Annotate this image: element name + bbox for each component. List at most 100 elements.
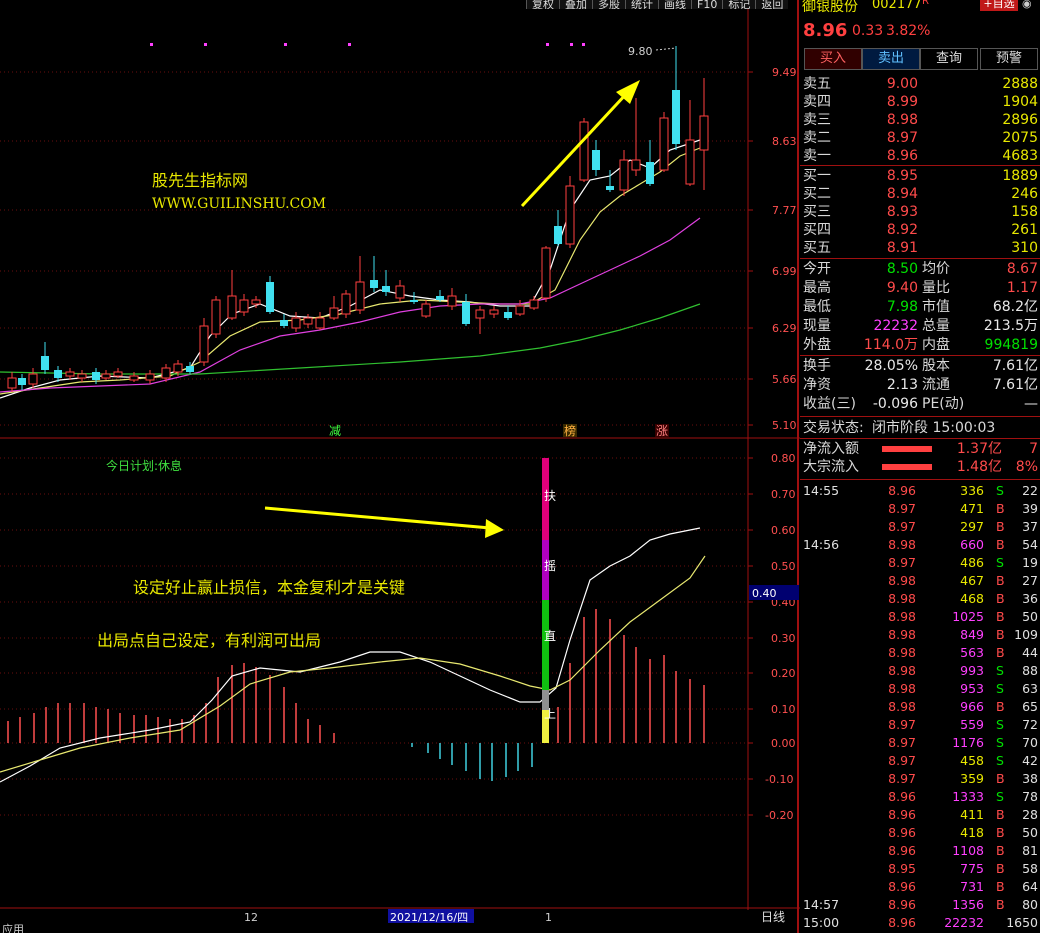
level-volume: 1889 [1002,168,1038,184]
candle [211,296,221,338]
stat-label: 总量 [922,318,950,334]
orderbook-row[interactable]: 买一 8.95 1889 [800,167,1040,185]
tick-side: S [996,681,1004,696]
stat-label: 外盘 [803,337,831,353]
level-volume: 2075 [1002,130,1038,146]
candle [266,276,274,314]
tick-volume: 22232 [944,915,984,930]
tick-row: 8.97 1176 S 70 [800,734,1040,752]
level-volume: 2896 [1002,112,1038,128]
tick-row: 8.97 559 S 72 [800,716,1040,734]
level-price: 8.97 [886,130,918,146]
tick-row: 8.98 966 B 65 [800,698,1040,716]
tick-volume: 1356 [952,897,984,912]
level-label: 卖四 [803,94,831,110]
add-watchlist-button[interactable]: +自选 [980,0,1018,11]
toolbar-btn-1[interactable]: 叠加 [559,0,592,9]
stat-row: 净资 2.13 流通 7.61亿 [800,376,1040,394]
chart-area[interactable]: 9.80 股先生指标网 WWW.GUILINSHU.COM 减 榜 涨 9.49… [0,0,800,933]
tick-price: 8.97 [888,771,916,786]
orderbook-row[interactable]: 买四 8.92 261 [800,221,1040,239]
stat-label: 现量 [803,318,831,334]
level-price: 8.91 [886,240,918,256]
tick-row: 8.96 418 B 50 [800,824,1040,842]
tick-count: 36 [1022,591,1038,606]
toolbar-btn-2[interactable]: 多股 [592,0,625,9]
tick-side: B [996,591,1005,606]
tick-price: 8.98 [888,609,916,624]
tick-price: 8.96 [888,843,916,858]
stat-label: PE(动) [922,396,965,412]
tick-price: 8.96 [888,825,916,840]
high-price-label: 9.80 [628,45,653,58]
orderbook-row[interactable]: 卖五 9.00 2888 [800,75,1040,93]
flow-value: 1.48亿 [956,459,1002,475]
level-label: 买三 [803,204,831,220]
tick-volume: 359 [960,771,984,786]
price-tick: 6.29 [772,322,797,335]
orderbook-row[interactable]: 买五 8.91 310 [800,239,1040,257]
orderbook-row[interactable]: 卖四 8.99 1904 [800,93,1040,111]
orderbook-row[interactable]: 买三 8.93 158 [800,203,1040,221]
buy-button[interactable]: 买入 [804,48,862,70]
tick-price: 8.97 [888,555,916,570]
tick-side: B [996,699,1005,714]
tick-count: 72 [1022,717,1038,732]
tick-price: 8.97 [888,753,916,768]
settings-icon[interactable]: ◉ [1022,0,1032,10]
candle [315,312,325,330]
bottom-app-label[interactable]: 应用 [2,922,24,933]
stock-title: 御银股份 002177 R +自选 ◉ [800,0,1040,16]
tick-price: 8.98 [888,573,916,588]
level-volume: 261 [1011,222,1038,238]
level-volume: 1904 [1002,94,1038,110]
stat-value: 114.0万 [863,337,918,353]
tick-row: 8.97 471 B 39 [800,500,1040,518]
orderbook-row[interactable]: 卖三 8.98 2896 [800,111,1040,129]
period-label[interactable]: 日线 [761,910,785,924]
tick-side: S [996,717,1004,732]
tick-row: 15:00 8.96 22232 1650 [800,914,1040,932]
ind-tick: 0.80 [771,452,796,465]
level-price: 8.92 [886,222,918,238]
toolbar-btn-7[interactable]: 返回 [755,0,789,9]
stat-label: 均价 [922,261,950,277]
tick-price: 8.98 [888,681,916,696]
stat-value: 9.40 [886,280,918,296]
stat-value: — [1024,396,1038,412]
level-price: 8.98 [886,112,918,128]
toolbar-btn-4[interactable]: 画线 [658,0,691,9]
stat-value: 68.2亿 [992,299,1038,315]
tick-count: 22 [1022,483,1038,498]
tick-volume: 559 [960,717,984,732]
tick-count: 38 [1022,771,1038,786]
orderbook-row[interactable]: 买二 8.94 246 [800,185,1040,203]
kline-chart[interactable]: 9.80 股先生指标网 WWW.GUILINSHU.COM 减 榜 涨 9.49… [0,0,800,933]
tick-side: B [996,627,1005,642]
mark-list: 榜 [564,423,576,438]
flow-label: 净流入额 [803,441,859,457]
stat-label: 内盘 [922,337,950,353]
tick-count: 65 [1022,699,1038,714]
tick-volume: 418 [960,825,984,840]
sell-button[interactable]: 卖出 [862,48,920,70]
query-button[interactable]: 查询 [920,48,978,70]
alert-button[interactable]: 预警 [980,48,1038,70]
price-axis: 9.49 8.63 7.77 6.99 6.29 5.66 5.10 [748,66,797,432]
candle [410,292,418,304]
toolbar-btn-5[interactable]: F10 [691,0,723,9]
tick-side: B [996,609,1005,624]
toolbar-btn-3[interactable]: 统计 [625,0,658,9]
ind-tick: -0.10 [765,773,793,786]
toolbar-btn-6[interactable]: 标记 [722,0,756,9]
tick-volume: 1333 [952,789,984,804]
tick-row: 8.98 993 S 88 [800,662,1040,680]
orderbook-row[interactable]: 卖二 8.97 2075 [800,129,1040,147]
orderbook-row[interactable]: 卖一 8.96 4683 [800,147,1040,165]
ind-tick: 0.70 [771,488,796,501]
tick-price: 8.97 [888,519,916,534]
stat-row: 换手 28.05% 股本 7.61亿 [800,357,1040,375]
toolbar-btn-0[interactable]: 复权 [526,0,559,9]
candle [631,98,641,176]
tick-count: 63 [1022,681,1038,696]
